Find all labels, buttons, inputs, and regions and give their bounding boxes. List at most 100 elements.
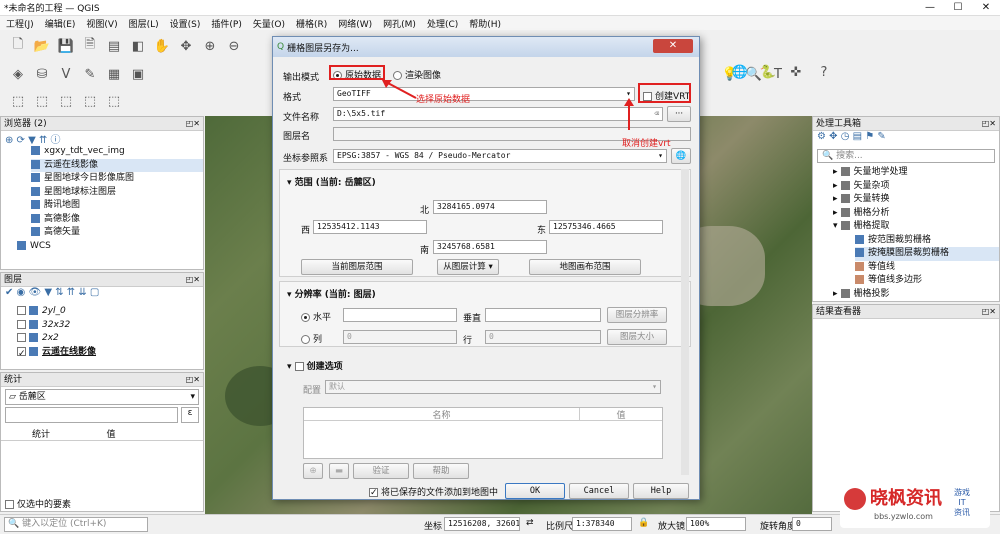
plugin-globe-icon[interactable]: 🌐 (730, 62, 750, 82)
horizontal-input[interactable] (343, 308, 457, 322)
north-input[interactable]: 3284165.0974 (433, 200, 547, 214)
coord-toggle-icon[interactable]: ⇄ (526, 518, 534, 528)
open-project-icon[interactable]: 📂 (32, 36, 52, 56)
help-icon[interactable]: ? (814, 62, 834, 82)
add-vector-icon[interactable]: V (56, 64, 76, 84)
coord-input[interactable]: 12516208, 3260186 (444, 517, 520, 531)
crosshair-icon[interactable]: ✜ (786, 62, 806, 82)
browser-item[interactable]: 高德矢量 (31, 226, 203, 240)
browser-item[interactable]: 星图地球今日影像底图 (31, 172, 203, 186)
browser-item[interactable]: 高德影像 (31, 213, 203, 227)
browser-item[interactable]: 星图地球标注图层 (31, 186, 203, 200)
toolbox-item[interactable]: ▸ 矢量转换 (833, 193, 999, 207)
rotation-input[interactable]: 0 (792, 517, 832, 531)
west-input[interactable]: 12535412.1143 (313, 220, 427, 234)
browser-item[interactable]: 云遥在线影像 (31, 158, 203, 172)
panel-close-icon[interactable]: ◰✕ (186, 373, 200, 387)
toolbox-item[interactable]: 等值线多边形 (855, 274, 999, 288)
layer-size-button[interactable]: 图层大小 (607, 329, 667, 345)
scale-input[interactable]: 1:378340 (572, 517, 632, 531)
locator-input[interactable]: 🔍 键入以定位 (Ctrl+K) (4, 517, 148, 532)
current-layer-extent-button[interactable]: 当前图层范围 (301, 259, 413, 275)
crs-selector-icon[interactable]: 🌐 (671, 148, 691, 164)
select-by-value-icon[interactable]: ⬚ (32, 91, 52, 111)
toolbox-item[interactable]: 按掩膜图层裁剪栅格 (855, 247, 999, 261)
digitize-icon[interactable]: ✎ (80, 64, 100, 84)
help-small-button[interactable]: 帮助 (413, 463, 469, 479)
expression-icon[interactable]: ε (181, 407, 199, 423)
new-project-icon[interactable]: 🗋 (8, 36, 28, 56)
lock-icon[interactable]: 🔒 (638, 518, 649, 528)
ok-button[interactable]: OK (505, 483, 565, 499)
horizontal-radio[interactable]: 水平 (301, 310, 331, 323)
layer-item[interactable]: 2yl_0 (17, 305, 203, 319)
browse-button[interactable]: ··· (667, 106, 691, 122)
menu-item[interactable]: 矢量(O) (253, 17, 285, 30)
pan-to-selection-icon[interactable]: ✥ (176, 36, 196, 56)
style-manager-icon[interactable]: ◧ (128, 36, 148, 56)
panel-close-icon[interactable]: ◰✕ (186, 273, 200, 287)
menu-item[interactable]: 栅格(R) (296, 17, 327, 30)
layer-item[interactable]: ✓ 云遥在线影像 (17, 346, 203, 360)
create-options-checkbox[interactable]: ▾ 创建选项 (287, 359, 343, 372)
cancel-button[interactable]: Cancel (569, 483, 629, 499)
save-project-icon[interactable]: 💾 (56, 36, 76, 56)
toolbox-item[interactable]: 按范围裁剪栅格 (855, 234, 999, 248)
layer-resolution-button[interactable]: 图层分辨率 (607, 307, 667, 323)
east-input[interactable]: 12575346.4665 (549, 220, 663, 234)
dialog-close-button[interactable]: ✕ (653, 39, 693, 53)
rows-input[interactable]: 0 (485, 330, 601, 344)
field-calc-icon[interactable]: ▣ (128, 64, 148, 84)
menu-item[interactable]: 设置(S) (170, 17, 201, 30)
edit-icon[interactable]: ▦ (104, 64, 124, 84)
selected-only-checkbox[interactable]: 仅选中的要素 (5, 497, 71, 510)
toolbox-item[interactable]: ▸ 栅格分析 (833, 207, 999, 221)
toolbox-item[interactable]: ▸ 栅格投影 (833, 288, 999, 302)
cols-radio[interactable]: 列 (301, 332, 322, 345)
measure-icon[interactable]: ⬚ (104, 91, 124, 111)
deselect-icon[interactable]: ⬚ (56, 91, 76, 111)
maximize-button[interactable]: ☐ (944, 0, 972, 16)
menu-item[interactable]: 视图(V) (86, 17, 117, 30)
browser-item[interactable]: xgxy_tdt_vec_img (31, 145, 203, 159)
menu-item[interactable]: 插件(P) (211, 17, 241, 30)
magnifier-input[interactable]: 100% (686, 517, 746, 531)
layer-item[interactable]: 2x2 (17, 332, 203, 346)
select-icon[interactable]: ⬚ (8, 91, 28, 111)
menu-item[interactable]: 工程(J) (6, 17, 34, 30)
minimize-button[interactable]: — (916, 0, 944, 16)
save-as-icon[interactable]: 🗎 (80, 36, 100, 56)
cols-input[interactable]: 0 (343, 330, 457, 344)
dialog-scrollbar[interactable] (681, 169, 689, 475)
menu-item[interactable]: 编辑(E) (45, 17, 76, 30)
help-button[interactable]: Help (633, 483, 689, 499)
toolbox-item[interactable]: ▾ 栅格提取 (833, 220, 999, 234)
remove-option-icon[interactable]: ▬ (329, 463, 349, 479)
pan-icon[interactable]: ✋ (152, 36, 172, 56)
menu-item[interactable]: 网络(W) (338, 17, 372, 30)
menu-item[interactable]: 帮助(H) (469, 17, 501, 30)
panel-close-icon[interactable]: ◰✕ (982, 117, 996, 131)
panel-close-icon[interactable]: ◰✕ (186, 117, 200, 131)
profile-select[interactable]: 默认 ▾ (325, 380, 661, 394)
layer-item[interactable]: 32x32 (17, 319, 203, 333)
map-canvas-extent-button[interactable]: 地图画布范围 (529, 259, 641, 275)
menu-item[interactable]: 处理(C) (427, 17, 458, 30)
zoom-in-icon[interactable]: ⊕ (200, 36, 220, 56)
south-input[interactable]: 3245768.6581 (433, 240, 547, 254)
vertical-input[interactable] (485, 308, 601, 322)
menu-item[interactable]: 网孔(M) (383, 17, 416, 30)
toolbox-item[interactable]: ▸ 矢量地学处理 (833, 166, 999, 180)
print-layout-icon[interactable]: ▤ (104, 36, 124, 56)
calc-from-layer-button[interactable]: 从图层计算 ▾ (437, 259, 499, 275)
database-icon[interactable]: ⛁ (32, 64, 52, 84)
stats-layer-select[interactable]: ▱ 岳麓区 ▾ (5, 389, 199, 405)
select-polygon-icon[interactable]: ⬚ (80, 91, 100, 111)
add-option-icon[interactable]: ⊕ (303, 463, 323, 479)
python-icon[interactable]: 🐍 (758, 62, 778, 82)
toolbox-item[interactable]: 等值线 (855, 261, 999, 275)
toolbox-search[interactable]: 🔍 搜索... (817, 149, 995, 163)
validate-button[interactable]: 验证 (353, 463, 409, 479)
browser-item[interactable]: 腾讯地图 (31, 199, 203, 213)
panel-close-icon[interactable]: ◰✕ (982, 305, 996, 319)
